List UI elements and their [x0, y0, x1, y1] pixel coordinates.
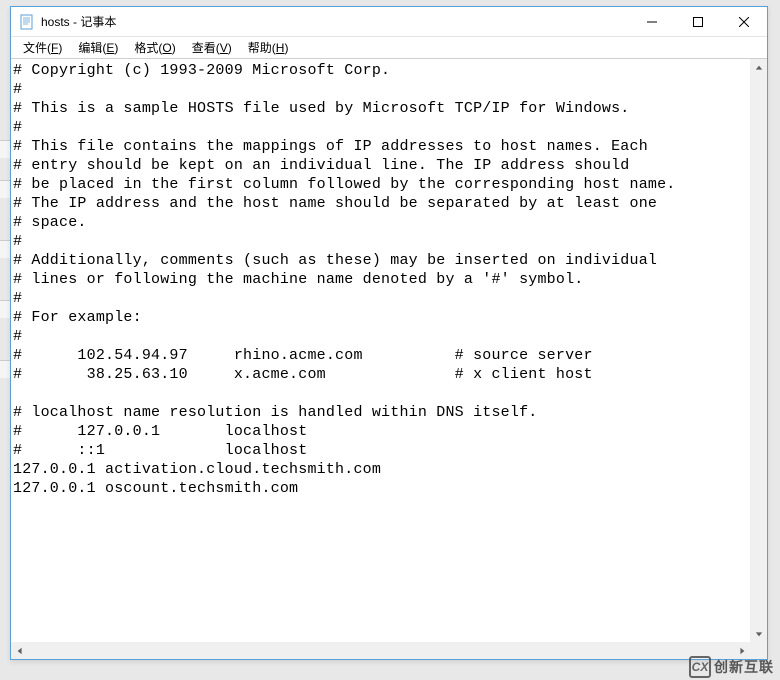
menu-format[interactable]: 格式(O): [126, 37, 183, 58]
scroll-down-button[interactable]: [750, 625, 767, 642]
notepad-window: hosts - 记事本 文件(F) 编辑(E) 格式(O) 查看(V) 帮助(H…: [10, 6, 768, 660]
content-area: # Copyright (c) 1993-2009 Microsoft Corp…: [11, 59, 767, 659]
scroll-track-v[interactable]: [750, 76, 767, 625]
watermark-text: 创新互联: [714, 657, 774, 677]
menu-file[interactable]: 文件(F): [15, 37, 70, 58]
window-title: hosts - 记事本: [41, 13, 629, 30]
menu-view[interactable]: 查看(V): [184, 37, 240, 58]
scroll-up-button[interactable]: [750, 59, 767, 76]
background-artifact: [0, 0, 10, 680]
menu-edit[interactable]: 编辑(E): [70, 37, 126, 58]
maximize-button[interactable]: [675, 7, 721, 36]
text-editor[interactable]: # Copyright (c) 1993-2009 Microsoft Corp…: [13, 61, 749, 641]
notepad-icon: [19, 14, 35, 30]
horizontal-scrollbar[interactable]: [11, 642, 750, 659]
watermark: CX 创新互联: [689, 656, 774, 678]
scroll-track-h[interactable]: [28, 642, 733, 659]
minimize-button[interactable]: [629, 7, 675, 36]
watermark-logo: CX: [689, 656, 711, 678]
vertical-scrollbar[interactable]: [750, 59, 767, 642]
menu-help[interactable]: 帮助(H): [240, 37, 297, 58]
close-button[interactable]: [721, 7, 767, 36]
title-bar[interactable]: hosts - 记事本: [11, 7, 767, 37]
menu-bar: 文件(F) 编辑(E) 格式(O) 查看(V) 帮助(H): [11, 37, 767, 59]
window-controls: [629, 7, 767, 36]
scroll-left-button[interactable]: [11, 642, 28, 659]
